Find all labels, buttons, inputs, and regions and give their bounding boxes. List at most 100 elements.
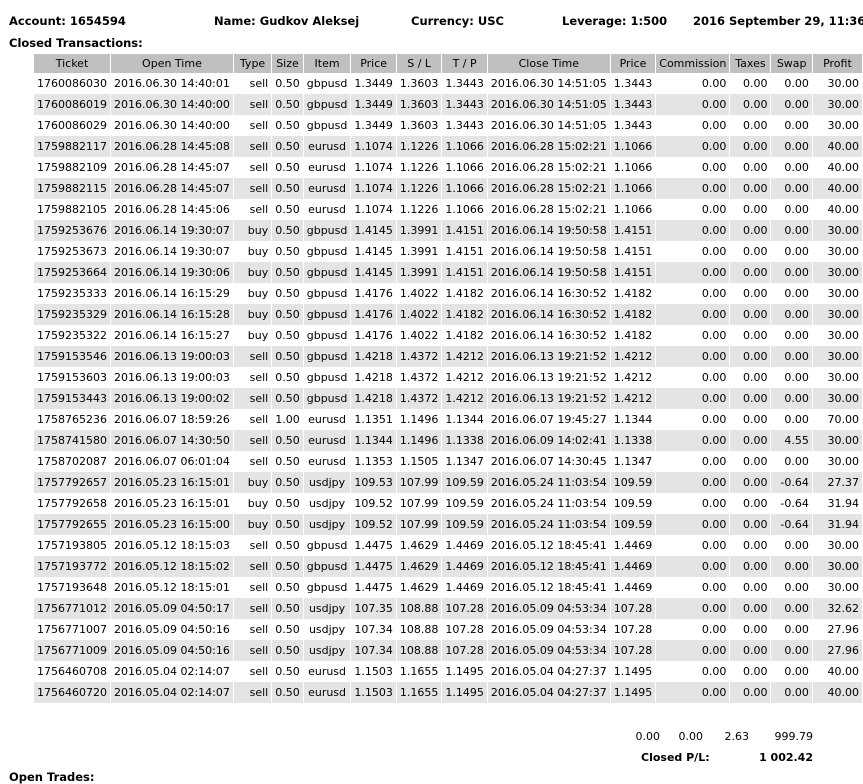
size-cell: 0.50: [271, 493, 304, 514]
take-profit-cell: 107.28: [441, 619, 488, 640]
open-time-cell: 2016.06.07 14:30:50: [110, 430, 234, 451]
commission-cell: 0.00: [655, 199, 731, 220]
type-cell: sell: [233, 388, 273, 409]
take-profit-cell: 1.1066: [441, 136, 488, 157]
ticket-cell: 1759882109: [34, 157, 111, 178]
open-price-cell: 1.1503: [350, 661, 397, 682]
table-row: 1757792657 2016.05.23 16:15:01 buy 0.50 usdj…: [34, 472, 863, 493]
take-profit-cell: 1.4182: [441, 304, 488, 325]
ticket-cell: 1758741580: [34, 430, 111, 451]
size-cell: 0.50: [271, 619, 304, 640]
swap-cell: 0.00: [770, 73, 813, 94]
close-time-cell: 2016.05.24 11:03:54: [487, 514, 611, 535]
profit-cell: 70.00: [812, 409, 863, 430]
item-cell: eurusd: [303, 682, 352, 703]
take-profit-cell: 109.59: [441, 514, 488, 535]
col-close-time-header: Close Time: [487, 54, 611, 73]
take-profit-cell: 1.4151: [441, 241, 488, 262]
close-time-cell: 2016.05.04 04:27:37: [487, 661, 611, 682]
item-cell: gbpusd: [303, 115, 352, 136]
open-time-cell: 2016.05.23 16:15:01: [110, 493, 234, 514]
table-row: 1758765236 2016.06.07 18:59:26 sell 1.00 eur…: [34, 409, 863, 430]
item-cell: eurusd: [303, 430, 352, 451]
ticket-cell: 1756771007: [34, 619, 111, 640]
stop-loss-cell: 1.1496: [396, 409, 443, 430]
profit-cell: 30.00: [812, 430, 863, 451]
size-cell: 0.50: [271, 367, 304, 388]
size-cell: 0.50: [271, 430, 304, 451]
taxes-cell: 0.00: [729, 262, 772, 283]
profit-cell: 30.00: [812, 115, 863, 136]
ticket-cell: 1759235329: [34, 304, 111, 325]
stop-loss-cell: 1.1505: [396, 451, 443, 472]
swap-cell: 0.00: [770, 682, 813, 703]
take-profit-cell: 107.28: [441, 598, 488, 619]
open-time-cell: 2016.06.13 19:00:03: [110, 367, 234, 388]
table-row: 1760086019 2016.06.30 14:40:00 sell 0.50 gbp…: [34, 94, 863, 115]
open-price-cell: 109.52: [350, 493, 397, 514]
col-close-price-header: Price: [610, 54, 657, 73]
close-price-cell: 1.1495: [610, 661, 657, 682]
table-row: 1759882115 2016.06.28 14:45:07 sell 0.50 eur…: [34, 178, 863, 199]
commission-cell: 0.00: [655, 220, 731, 241]
total-taxes: 0.00: [678, 730, 704, 743]
col-commission-header: Commission: [655, 54, 731, 73]
item-cell: gbpusd: [303, 325, 352, 346]
open-time-cell: 2016.06.14 16:15:27: [110, 325, 234, 346]
open-trades-title: Open Trades:: [9, 770, 95, 784]
stop-loss-cell: 1.4022: [396, 325, 443, 346]
closed-pl-label: Closed P/L:: [641, 751, 710, 764]
type-cell: sell: [233, 661, 273, 682]
close-time-cell: 2016.06.28 15:02:21: [487, 136, 611, 157]
type-cell: sell: [233, 682, 273, 703]
item-cell: gbpusd: [303, 304, 352, 325]
stop-loss-cell: 1.4372: [396, 367, 443, 388]
commission-cell: 0.00: [655, 115, 731, 136]
stop-loss-cell: 1.3603: [396, 94, 443, 115]
size-cell: 0.50: [271, 598, 304, 619]
open-time-cell: 2016.06.14 19:30:07: [110, 220, 234, 241]
take-profit-cell: 1.4212: [441, 346, 488, 367]
commission-cell: 0.00: [655, 556, 731, 577]
commission-cell: 0.00: [655, 367, 731, 388]
profit-cell: 30.00: [812, 325, 863, 346]
type-cell: sell: [233, 73, 273, 94]
taxes-cell: 0.00: [729, 472, 772, 493]
open-time-cell: 2016.05.04 02:14:07: [110, 661, 234, 682]
item-cell: eurusd: [303, 661, 352, 682]
ticket-cell: 1757193772: [34, 556, 111, 577]
open-price-cell: 1.4145: [350, 241, 397, 262]
close-price-cell: 1.4151: [610, 241, 657, 262]
table-row: 1756460708 2016.05.04 02:14:07 sell 0.50 eur…: [34, 661, 863, 682]
profit-cell: 27.37: [812, 472, 863, 493]
ticket-cell: 1757193648: [34, 577, 111, 598]
open-time-cell: 2016.06.28 14:45:07: [110, 178, 234, 199]
item-cell: gbpusd: [303, 556, 352, 577]
table-row: 1759253664 2016.06.14 19:30:06 buy 0.50 gbpu…: [34, 262, 863, 283]
open-price-cell: 1.4218: [350, 346, 397, 367]
size-cell: 0.50: [271, 556, 304, 577]
taxes-cell: 0.00: [729, 115, 772, 136]
size-cell: 0.50: [271, 220, 304, 241]
item-cell: eurusd: [303, 451, 352, 472]
profit-cell: 30.00: [812, 388, 863, 409]
profit-cell: 40.00: [812, 199, 863, 220]
stop-loss-cell: 108.88: [396, 640, 443, 661]
size-cell: 0.50: [271, 472, 304, 493]
commission-cell: 0.00: [655, 283, 731, 304]
ticket-cell: 1760086030: [34, 73, 111, 94]
take-profit-cell: 107.28: [441, 640, 488, 661]
swap-cell: 0.00: [770, 304, 813, 325]
take-profit-cell: 1.4182: [441, 325, 488, 346]
open-price-cell: 1.3449: [350, 73, 397, 94]
close-price-cell: 1.1066: [610, 199, 657, 220]
size-cell: 0.50: [271, 283, 304, 304]
size-cell: 0.50: [271, 73, 304, 94]
stop-loss-cell: 108.88: [396, 598, 443, 619]
type-cell: sell: [233, 535, 273, 556]
close-price-cell: 107.28: [610, 640, 657, 661]
commission-cell: 0.00: [655, 619, 731, 640]
type-cell: sell: [233, 199, 273, 220]
take-profit-cell: 1.4212: [441, 388, 488, 409]
open-price-cell: 107.34: [350, 640, 397, 661]
